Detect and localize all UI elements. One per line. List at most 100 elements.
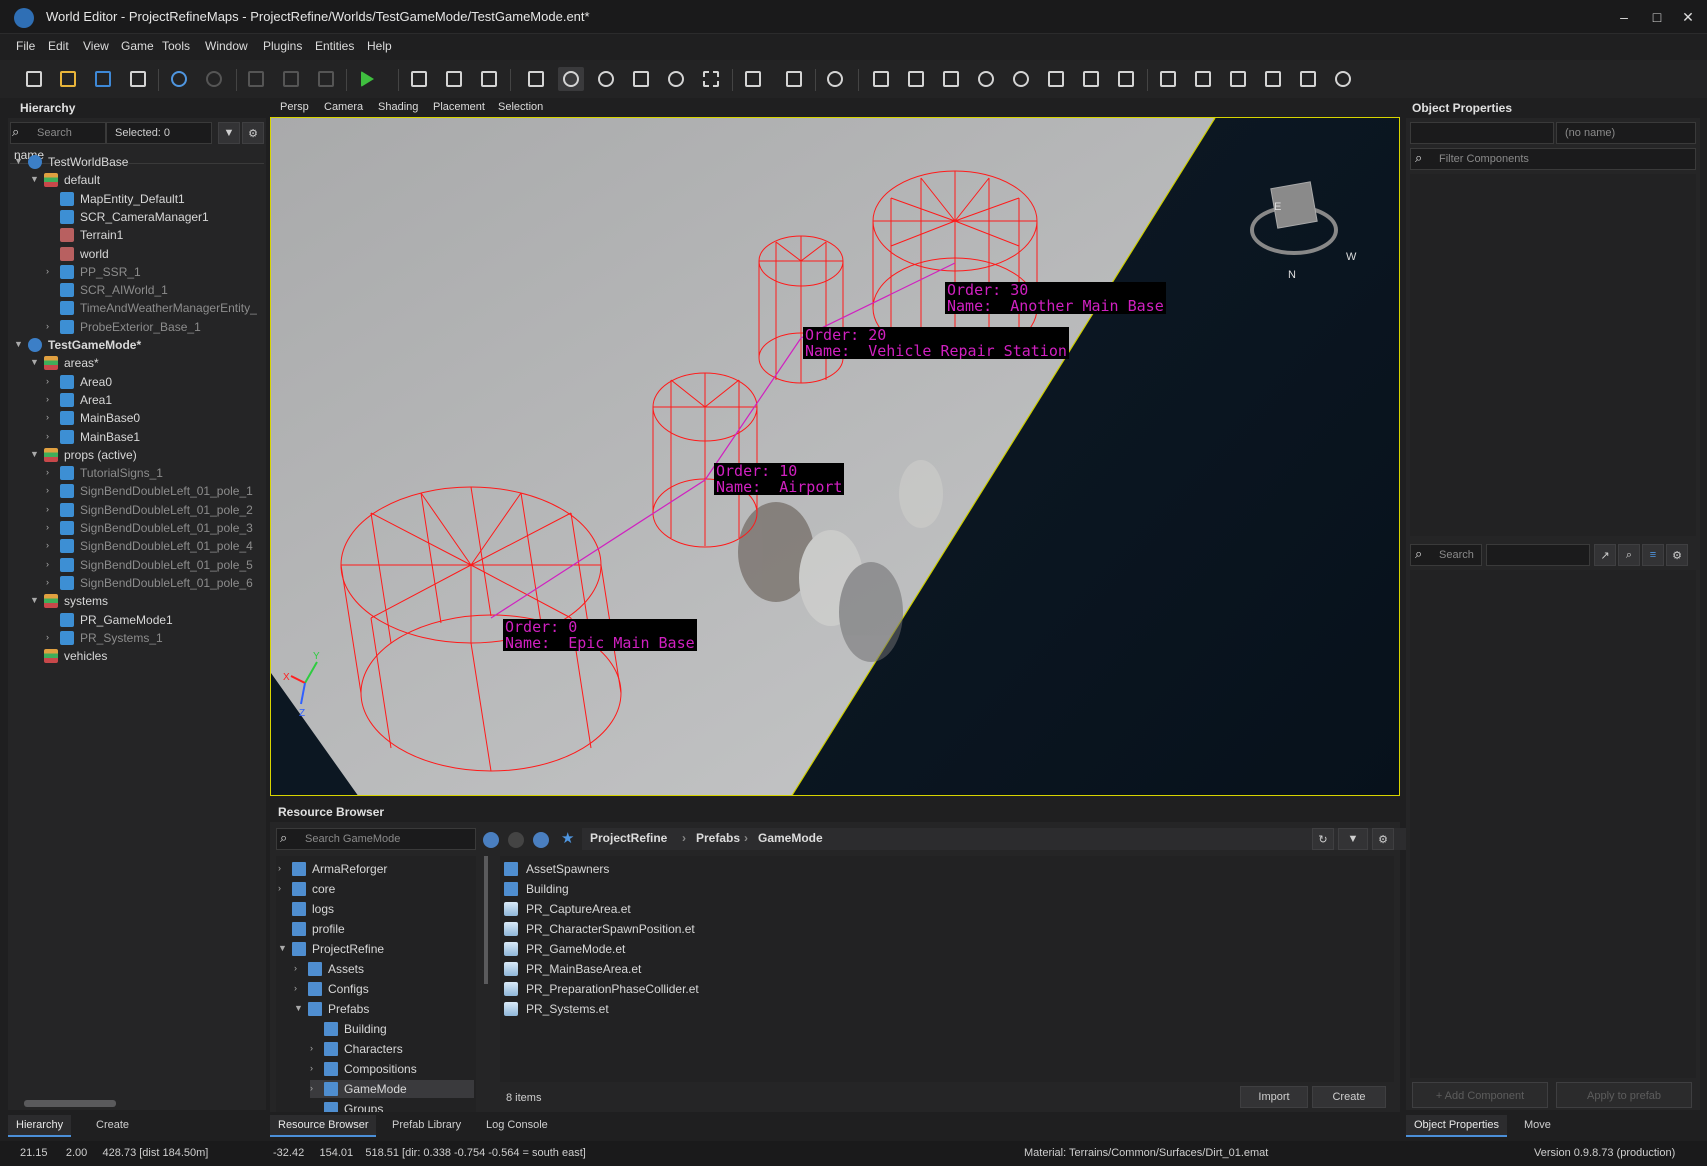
- expand-arrow-icon[interactable]: ›: [46, 412, 56, 422]
- scale-tool-icon[interactable]: [628, 67, 654, 91]
- tab-move[interactable]: Move: [1516, 1115, 1559, 1137]
- import-button[interactable]: Import: [1240, 1086, 1308, 1108]
- expand-arrow-icon[interactable]: ›: [46, 266, 56, 276]
- expand-arrow-icon[interactable]: ›: [278, 883, 288, 893]
- menu-view[interactable]: View: [83, 39, 109, 53]
- back-icon[interactable]: [483, 832, 499, 848]
- tab-create[interactable]: Create: [88, 1115, 137, 1137]
- folder-tree-item[interactable]: › Characters: [310, 1040, 474, 1058]
- weather-icon[interactable]: [822, 67, 848, 91]
- search-icon[interactable]: ⌕: [1618, 544, 1640, 566]
- open-external-icon[interactable]: ↗: [1594, 544, 1616, 566]
- cut-icon[interactable]: [313, 67, 339, 91]
- expand-arrow-icon[interactable]: ▼: [14, 339, 24, 349]
- tab-hierarchy[interactable]: Hierarchy: [8, 1115, 72, 1137]
- breadcrumb-gamemode[interactable]: GameMode: [758, 831, 823, 845]
- import-icon[interactable]: [1078, 67, 1104, 91]
- expand-arrow-icon[interactable]: ›: [294, 983, 304, 993]
- windows-icon[interactable]: [1295, 67, 1321, 91]
- terrain-icon[interactable]: [740, 67, 766, 91]
- menu-plugins[interactable]: Plugins: [263, 39, 302, 53]
- menu-help[interactable]: Help: [367, 39, 392, 53]
- cube-icon[interactable]: [406, 67, 432, 91]
- entity-class-field[interactable]: [1410, 122, 1554, 144]
- expand-arrow-icon[interactable]: ▼: [30, 595, 40, 605]
- menu-game[interactable]: Game: [121, 39, 154, 53]
- curve-tool-icon[interactable]: [663, 67, 689, 91]
- expand-arrow-icon[interactable]: ›: [310, 1063, 320, 1073]
- up-icon[interactable]: [533, 832, 549, 848]
- expand-arrow-icon[interactable]: ›: [46, 394, 56, 404]
- map-icon[interactable]: [1225, 67, 1251, 91]
- save-icon[interactable]: [90, 67, 116, 91]
- folder-tree-item[interactable]: profile: [278, 920, 474, 938]
- expand-arrow-icon[interactable]: ›: [278, 863, 288, 873]
- folder-tree-item[interactable]: Building: [310, 1020, 474, 1038]
- copy-icon[interactable]: [243, 67, 269, 91]
- paste-icon[interactable]: [278, 67, 304, 91]
- undo-icon[interactable]: [166, 67, 192, 91]
- gears-icon[interactable]: [973, 67, 999, 91]
- breadcrumb-projectrefine[interactable]: ProjectRefine: [590, 831, 667, 845]
- add-component-button[interactable]: + Add Component: [1412, 1082, 1548, 1108]
- tab-persp[interactable]: Persp: [280, 101, 309, 113]
- apply-to-prefab-button[interactable]: Apply to prefab: [1556, 1082, 1692, 1108]
- transform-icon[interactable]: [1190, 67, 1216, 91]
- fire-icon[interactable]: [1008, 67, 1034, 91]
- hierarchy-icon[interactable]: [1043, 67, 1069, 91]
- 3d-viewport[interactable]: E N W Y X Z Order: 30 Name: Another Main …: [270, 117, 1400, 796]
- close-button[interactable]: ✕: [1676, 6, 1700, 28]
- tree-view-icon[interactable]: ≡: [1642, 544, 1664, 566]
- ruler-icon[interactable]: [903, 67, 929, 91]
- minimize-button[interactable]: –: [1612, 6, 1636, 28]
- folder-tree-item[interactable]: › Compositions: [310, 1060, 474, 1078]
- hierarchy-search-input[interactable]: Search: [10, 122, 106, 144]
- resource-search-input[interactable]: Search GameMode: [276, 828, 476, 850]
- expand-arrow-icon[interactable]: ›: [46, 431, 56, 441]
- globe-icon[interactable]: [1330, 67, 1356, 91]
- expand-arrow-icon[interactable]: ›: [46, 485, 56, 495]
- tab-resource-browser[interactable]: Resource Browser: [270, 1115, 377, 1137]
- new-file-icon[interactable]: [21, 67, 47, 91]
- refresh-icon[interactable]: ↻: [1312, 828, 1334, 850]
- expand-arrow-icon[interactable]: ›: [46, 321, 56, 331]
- gear-icon[interactable]: ⚙: [242, 122, 264, 144]
- menu-entities[interactable]: Entities: [315, 39, 354, 53]
- tab-selection[interactable]: Selection: [498, 101, 543, 113]
- expand-arrow-icon[interactable]: ▼: [30, 449, 40, 459]
- expand-arrow-icon[interactable]: ›: [46, 522, 56, 532]
- layers-icon[interactable]: [441, 67, 467, 91]
- expand-arrow-icon[interactable]: ›: [46, 559, 56, 569]
- folder-tree-item[interactable]: ▼ ProjectRefine: [278, 940, 474, 958]
- entity-name-input[interactable]: (no name): [1556, 122, 1696, 144]
- expand-arrow-icon[interactable]: ▼: [30, 357, 40, 367]
- filter-components-input[interactable]: Filter Components: [1410, 148, 1696, 170]
- folder-tree-item[interactable]: › GameMode: [310, 1080, 474, 1098]
- tab-log-console[interactable]: Log Console: [478, 1115, 556, 1137]
- expand-arrow-icon[interactable]: ▼: [294, 1003, 304, 1013]
- open-folder-icon[interactable]: [55, 67, 81, 91]
- gear-icon[interactable]: ⚙: [1666, 544, 1688, 566]
- tab-prefab-library[interactable]: Prefab Library: [384, 1115, 469, 1137]
- menu-edit[interactable]: Edit: [48, 39, 69, 53]
- folder-tree-item[interactable]: › Configs: [294, 980, 474, 998]
- gear-icon[interactable]: ⚙: [1372, 828, 1394, 850]
- horizontal-scrollbar[interactable]: [24, 1100, 116, 1107]
- folder-tree-item[interactable]: › core: [278, 880, 474, 898]
- tab-placement[interactable]: Placement: [433, 101, 485, 113]
- favorite-star-icon[interactable]: ★: [561, 829, 574, 847]
- expand-arrow-icon[interactable]: ›: [310, 1043, 320, 1053]
- folder-tree-item[interactable]: logs: [278, 900, 474, 918]
- maximize-button[interactable]: □: [1645, 6, 1669, 28]
- redo-icon[interactable]: [201, 67, 227, 91]
- expand-arrow-icon[interactable]: ›: [46, 632, 56, 642]
- tree-scrollbar[interactable]: [484, 856, 488, 984]
- export-icon[interactable]: [125, 67, 151, 91]
- filter-icon[interactable]: ▼: [218, 122, 240, 144]
- menu-window[interactable]: Window: [205, 39, 248, 53]
- expand-arrow-icon[interactable]: ›: [294, 963, 304, 973]
- expand-arrow-icon[interactable]: ›: [46, 376, 56, 386]
- folder-tree-item[interactable]: › ArmaReforger: [278, 860, 474, 878]
- expand-arrow-icon[interactable]: ›: [46, 504, 56, 514]
- menu-file[interactable]: File: [16, 39, 35, 53]
